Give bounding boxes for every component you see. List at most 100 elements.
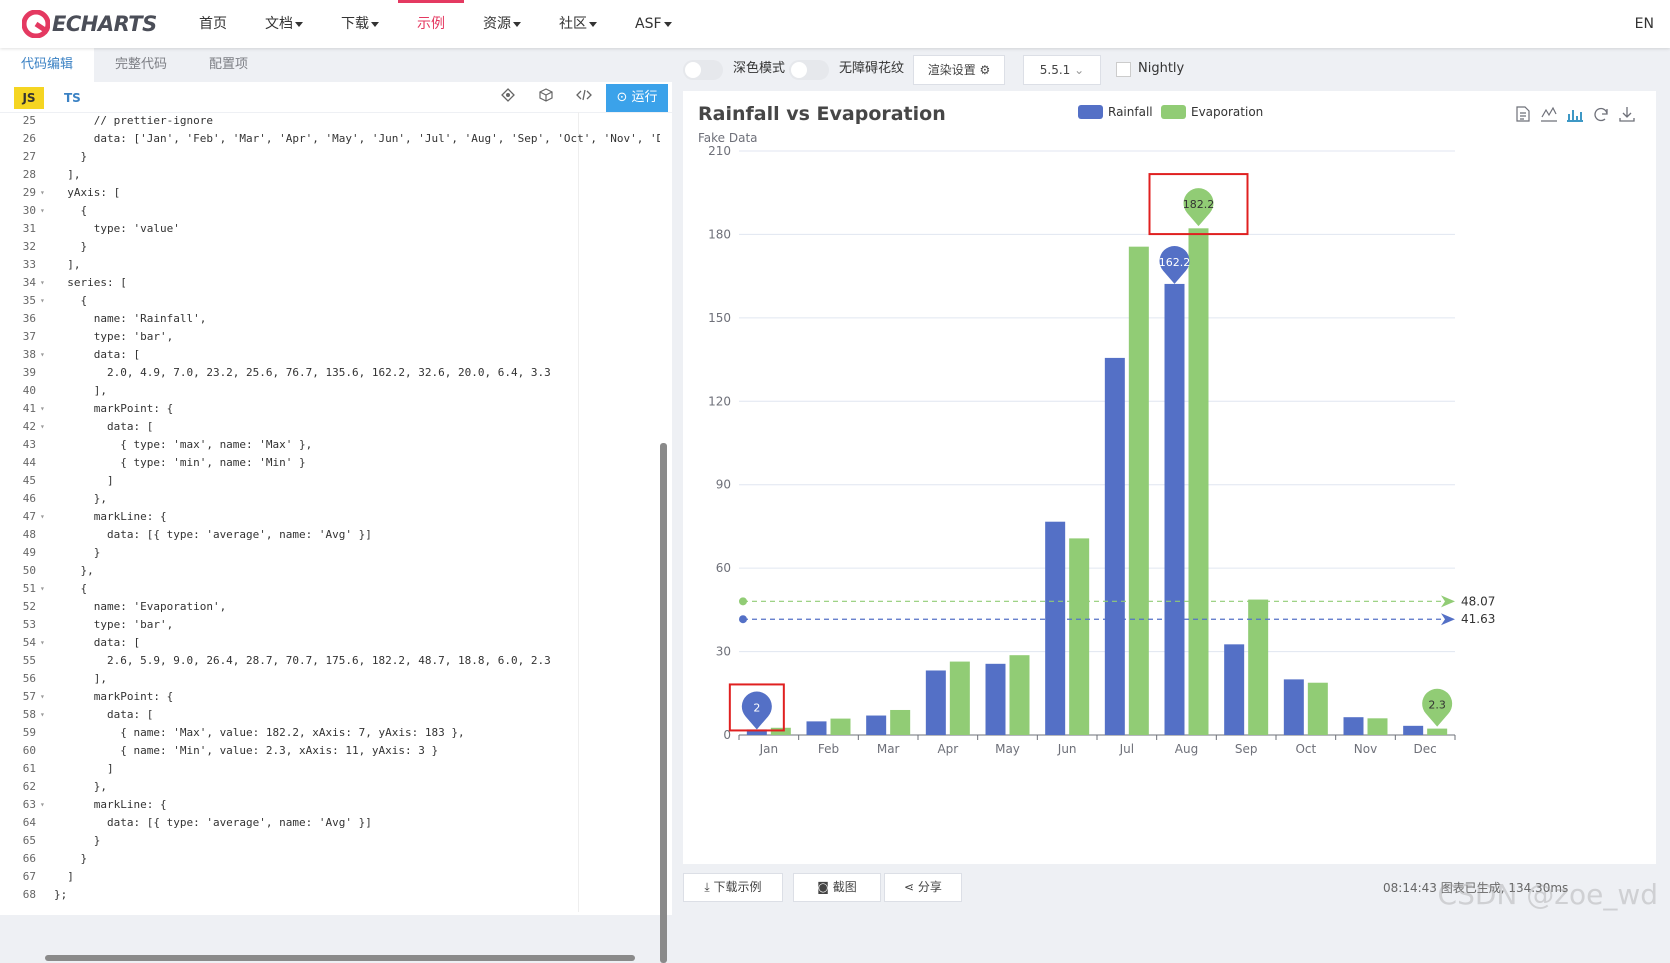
code-line: 65 } <box>0 832 660 850</box>
fold-icon[interactable]: ▾ <box>40 202 50 220</box>
nav-item[interactable]: 文档 <box>246 0 322 48</box>
caret-down-icon <box>295 21 303 27</box>
code-line: 48 data: [{ type: 'average', name: 'Avg'… <box>0 526 660 544</box>
bar[interactable] <box>985 663 1006 735</box>
bar[interactable] <box>925 670 946 735</box>
line-chart-icon[interactable] <box>1539 106 1559 126</box>
code-line: 41 ▾ markPoint: { <box>0 400 660 418</box>
x-tick-label: Mar <box>877 742 900 756</box>
line-number: 26 <box>22 132 36 145</box>
a11y-pattern-switch[interactable] <box>789 60 829 80</box>
bar[interactable] <box>1104 357 1125 735</box>
line-number: 61 <box>22 762 36 775</box>
fold-icon[interactable]: ▾ <box>40 706 50 724</box>
share-label: 分享 <box>917 880 942 894</box>
bar[interactable] <box>1248 599 1269 735</box>
fold-gutter <box>40 382 50 400</box>
bar[interactable] <box>1307 682 1328 735</box>
dark-mode-switch[interactable] <box>683 60 723 80</box>
fold-icon[interactable]: ▾ <box>40 184 50 202</box>
bar[interactable] <box>806 721 827 735</box>
bar[interactable] <box>1343 717 1364 735</box>
editor-tab[interactable]: 配置项 <box>188 48 269 82</box>
fold-icon[interactable]: ▾ <box>40 418 50 436</box>
play-icon: ⊙ <box>616 90 632 105</box>
nav-item[interactable]: 社区 <box>540 0 616 48</box>
bar[interactable] <box>866 715 887 735</box>
bar[interactable] <box>1367 718 1388 735</box>
code-text: data: [{ type: 'average', name: 'Avg' }] <box>54 528 372 541</box>
bar[interactable] <box>1224 644 1245 735</box>
bar[interactable] <box>1045 521 1066 735</box>
nav-item[interactable]: 示例 <box>398 0 464 48</box>
echarts-logo[interactable]: ECHARTS <box>22 8 157 40</box>
nav-item[interactable]: ASF <box>616 0 691 48</box>
cube-icon[interactable] <box>537 88 555 106</box>
version-select[interactable]: 5.5.1 ⌄ <box>1023 55 1101 85</box>
fold-icon[interactable]: ▾ <box>40 346 50 364</box>
screenshot-button[interactable]: ◙ 截图 <box>793 873 881 902</box>
fold-icon[interactable]: ▾ <box>40 634 50 652</box>
line-number: 57 <box>22 690 36 703</box>
code-area[interactable]: 25 // prettier-ignore 26 data: ['Jan', 'F… <box>0 112 660 912</box>
fold-gutter <box>40 670 50 688</box>
fold-icon[interactable]: ▾ <box>40 508 50 526</box>
nightly-checkbox[interactable] <box>1116 62 1131 77</box>
bar-chart-icon[interactable] <box>1565 106 1585 126</box>
bar[interactable] <box>1164 283 1185 735</box>
download-icon[interactable] <box>1617 106 1637 126</box>
bar[interactable] <box>1403 725 1424 735</box>
bar[interactable] <box>1427 728 1448 735</box>
format-icon[interactable] <box>499 88 517 106</box>
x-tick-label: Aug <box>1175 742 1198 756</box>
code-line: 25 // prettier-ignore <box>0 112 660 130</box>
run-button[interactable]: ⊙ 运行 <box>606 84 668 112</box>
bar[interactable] <box>1283 679 1304 735</box>
code-icon[interactable] <box>575 88 593 106</box>
render-settings-button[interactable]: 渲染设置 ⚙ <box>913 55 1005 85</box>
data-view-icon[interactable] <box>1513 106 1533 126</box>
nav-item[interactable]: 首页 <box>180 0 246 48</box>
fold-icon[interactable]: ▾ <box>40 688 50 706</box>
y-tick-label: 90 <box>716 478 731 492</box>
lang-ts-toggle[interactable]: TS <box>60 87 85 109</box>
code-text: { type: 'min', name: 'Min' } <box>54 456 306 469</box>
mark-point-label: 2 <box>753 701 760 714</box>
language-switch[interactable]: EN <box>1635 0 1654 48</box>
bar[interactable] <box>830 718 851 735</box>
fold-gutter <box>40 562 50 580</box>
version-value: 5.5.1 <box>1039 63 1071 77</box>
fold-icon[interactable]: ▾ <box>40 274 50 292</box>
code-vertical-scrollbar[interactable] <box>660 443 667 963</box>
editor-tab[interactable]: 完整代码 <box>94 48 188 82</box>
average-line-label: 41.63 <box>1461 612 1495 626</box>
fold-icon[interactable]: ▾ <box>40 292 50 310</box>
legend-item-evaporation[interactable]: Evaporation <box>1161 104 1263 120</box>
bar[interactable] <box>1009 655 1030 735</box>
nav-item[interactable]: 下载 <box>322 0 398 48</box>
code-horizontal-scrollbar[interactable] <box>45 955 635 961</box>
nav-item[interactable]: 资源 <box>464 0 540 48</box>
code-editor-panel: 代码编辑 完整代码 配置项 JS TS ⊙ 运行 25 // prettier-ig… <box>0 48 672 963</box>
fold-icon[interactable]: ▾ <box>40 796 50 814</box>
chart-canvas[interactable]: 0306090120150180210Jan Feb Mar Apr May Jun Jul… <box>683 91 1656 864</box>
fold-icon[interactable]: ▾ <box>40 400 50 418</box>
share-button[interactable]: ⋖ 分享 <box>884 873 962 902</box>
editor-toolbar: JS TS ⊙ 运行 <box>0 82 672 113</box>
bar[interactable] <box>1128 246 1149 735</box>
lang-js-toggle[interactable]: JS <box>14 87 44 109</box>
code-line: 47 ▾ markLine: { <box>0 508 660 526</box>
mark-point-label: 2.3 <box>1428 699 1446 712</box>
legend-item-rainfall[interactable]: Rainfall <box>1078 104 1153 120</box>
editor-tab[interactable]: 代码编辑 <box>0 48 95 82</box>
legend-label: Evaporation <box>1191 105 1264 119</box>
fold-icon[interactable]: ▾ <box>40 580 50 598</box>
line-number: 66 <box>22 852 36 865</box>
bar[interactable] <box>1188 228 1209 735</box>
bar[interactable] <box>949 661 970 735</box>
line-number: 56 <box>22 672 36 685</box>
bar[interactable] <box>890 709 911 735</box>
download-example-button[interactable]: ⤓ 下载示例 <box>683 873 783 902</box>
bar[interactable] <box>1069 538 1090 735</box>
restore-icon[interactable] <box>1591 106 1611 126</box>
